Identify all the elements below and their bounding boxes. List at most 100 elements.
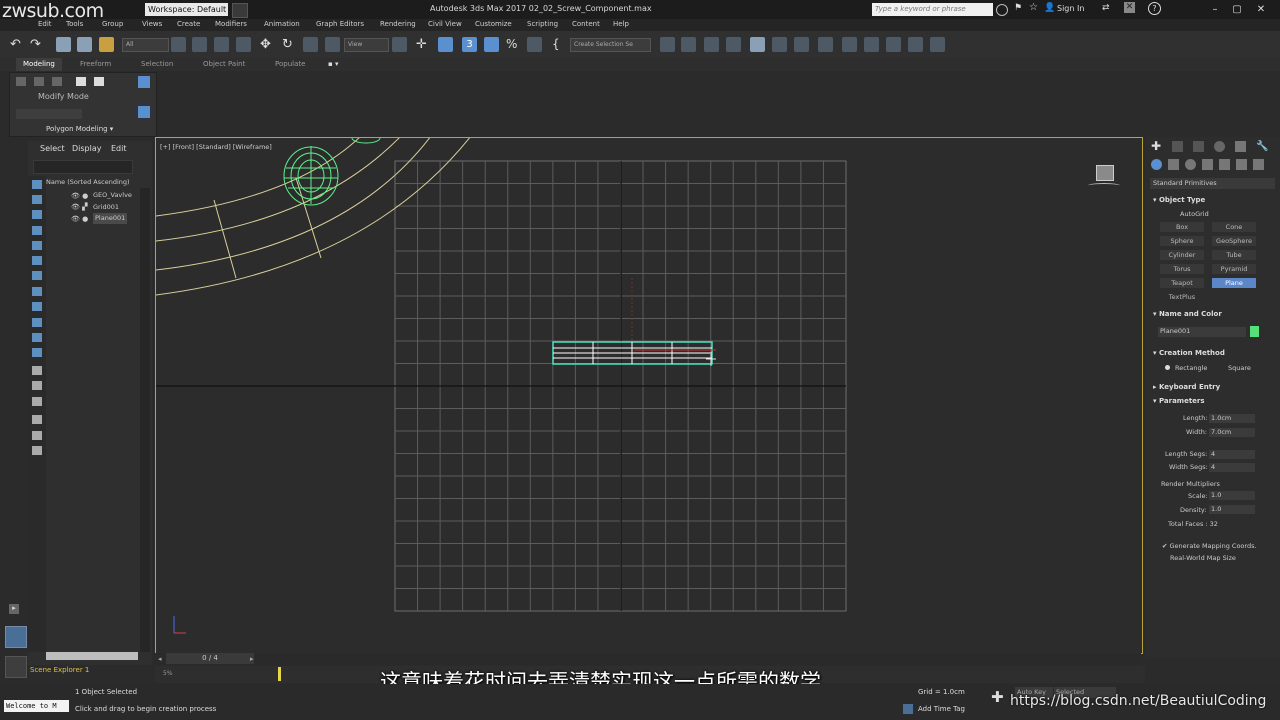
named-selection-sets-dropdown[interactable]: Create Selection Se xyxy=(570,38,651,52)
curve-editor-icon[interactable] xyxy=(750,37,765,52)
cylinder-button[interactable]: Cylinder xyxy=(1160,250,1204,260)
keyboard-entry-rollout[interactable]: ▸ Keyboard Entry xyxy=(1153,383,1220,391)
menu-tools[interactable]: Tools xyxy=(66,20,83,28)
layer-explorer-toggle-icon[interactable] xyxy=(5,656,27,678)
minimize-icon[interactable]: – xyxy=(1208,3,1222,16)
systems-category-icon[interactable] xyxy=(1253,159,1264,170)
groups-filter-icon[interactable] xyxy=(32,287,42,296)
object-type-rollout[interactable]: ▾ Object Type xyxy=(1153,196,1205,204)
generate-mapping-checkbox[interactable]: ✔ Generate Mapping Coords. xyxy=(1162,542,1257,550)
se-tab-select[interactable]: Select xyxy=(40,144,65,153)
modify-tab-icon[interactable] xyxy=(1172,141,1183,152)
time-marker[interactable] xyxy=(278,667,281,681)
maximize-icon[interactable]: ▢ xyxy=(1230,3,1244,16)
prev-frame-icon[interactable]: ◂ xyxy=(158,655,162,663)
teapot-button[interactable]: Teapot xyxy=(1160,278,1204,288)
scene-explorer-toggle-icon[interactable] xyxy=(5,626,27,648)
expand-arrow-icon[interactable]: ▸ xyxy=(9,604,19,614)
selection-filter-dropdown[interactable]: All xyxy=(122,38,169,52)
menu-modifiers[interactable]: Modifiers xyxy=(215,20,247,28)
redo-icon[interactable]: ↷ xyxy=(30,37,45,52)
tab-object-paint[interactable]: Object Paint xyxy=(203,60,245,68)
a360-render-icon[interactable] xyxy=(908,37,923,52)
scene-list-hscrollbar[interactable] xyxy=(46,652,138,660)
mirror-icon[interactable] xyxy=(660,37,675,52)
scale-spinner[interactable]: 1.0 xyxy=(1209,491,1255,500)
rectangle-label[interactable]: Rectangle xyxy=(1175,364,1207,372)
scene-row-plane001[interactable]: Plane001 xyxy=(93,213,128,224)
textplus-button[interactable]: TextPlus xyxy=(1160,292,1204,302)
scene-explorer-dropdown[interactable]: Scene Explorer 1 xyxy=(30,666,89,674)
ribbon-pin-icon[interactable] xyxy=(138,76,150,88)
motion-tab-icon[interactable] xyxy=(1214,141,1225,152)
menu-civil-view[interactable]: Civil View xyxy=(428,20,462,28)
communication-center-icon[interactable]: ⚑ xyxy=(1014,3,1024,13)
rectangle-radio[interactable] xyxy=(1165,365,1170,370)
square-label[interactable]: Square xyxy=(1228,364,1251,372)
edit-named-selection-icon[interactable]: { xyxy=(552,37,567,52)
add-key-icon[interactable]: ✚ xyxy=(991,688,1004,706)
toggle-ribbon-icon[interactable] xyxy=(726,37,741,52)
maxscript-listener-input[interactable]: Welcome to M xyxy=(4,700,69,712)
create-tab-icon[interactable]: ✚ xyxy=(1151,140,1162,152)
apps-close-icon[interactable]: ✕ xyxy=(1124,2,1135,13)
length-spinner[interactable]: 1.0cm xyxy=(1209,414,1255,423)
lights-filter-icon[interactable] xyxy=(32,226,42,235)
helpers-category-icon[interactable] xyxy=(1219,159,1230,170)
material-editor-icon[interactable] xyxy=(794,37,809,52)
scene-search-field[interactable] xyxy=(33,160,133,174)
width-spinner[interactable]: 7.0cm xyxy=(1209,428,1255,437)
viewport-label-menu[interactable]: [+] [Front] [Standard] [Wireframe] xyxy=(160,143,272,151)
visibility-eye-icon[interactable]: 👁 ● xyxy=(71,215,88,223)
menu-help[interactable]: Help xyxy=(613,20,629,28)
find-icon[interactable] xyxy=(32,446,42,455)
menu-toggle-icon[interactable] xyxy=(232,3,248,18)
search-icon[interactable] xyxy=(996,4,1008,16)
search-input[interactable]: Type a keyword or phrase xyxy=(872,3,993,16)
creation-method-rollout[interactable]: ▾ Creation Method xyxy=(1153,349,1225,357)
unlink-icon[interactable] xyxy=(77,37,92,52)
ribbon-options-icon[interactable]: ▪ ▾ xyxy=(328,60,338,68)
move-icon[interactable]: ✥ xyxy=(260,37,275,52)
menu-animation[interactable]: Animation xyxy=(264,20,300,28)
primitive-category-dropdown[interactable]: Standard Primitives xyxy=(1150,178,1275,189)
tube-button[interactable]: Tube xyxy=(1212,250,1256,260)
utilities-tab-icon[interactable]: 🔧 xyxy=(1256,141,1268,152)
select-by-name-icon[interactable] xyxy=(192,37,207,52)
schematic-view-icon[interactable] xyxy=(772,37,787,52)
reference-coordinate-dropdown[interactable]: View xyxy=(344,38,389,52)
rotate-icon[interactable]: ↻ xyxy=(282,37,297,52)
object-name-input[interactable]: Plane001 xyxy=(1158,327,1246,337)
spacewarps-filter-icon[interactable] xyxy=(32,271,42,280)
scene-list-header[interactable]: Name (Sorted Ascending) xyxy=(46,178,130,186)
pivot-center-icon[interactable] xyxy=(392,37,407,52)
helpers-filter-icon[interactable] xyxy=(32,256,42,265)
menu-scripting[interactable]: Scripting xyxy=(527,20,558,28)
parameters-rollout[interactable]: ▾ Parameters xyxy=(1153,397,1205,405)
sign-in-link[interactable]: Sign In xyxy=(1057,4,1084,13)
width-segs-spinner[interactable]: 4 xyxy=(1209,463,1255,472)
menu-rendering[interactable]: Rendering xyxy=(380,20,416,28)
geometry-filter-icon[interactable] xyxy=(32,195,42,204)
ribbon-tool-icon[interactable] xyxy=(76,77,86,86)
torus-button[interactable]: Torus xyxy=(1160,264,1204,274)
menu-group[interactable]: Group xyxy=(102,20,123,28)
layer-explorer-icon[interactable] xyxy=(704,37,719,52)
cameras-category-icon[interactable] xyxy=(1202,159,1213,170)
geosphere-button[interactable]: GeoSphere xyxy=(1212,236,1256,246)
help-icon[interactable]: ? xyxy=(1148,2,1161,15)
display-none-all-icon[interactable] xyxy=(32,381,42,390)
close-icon[interactable]: ✕ xyxy=(1254,3,1268,16)
pyramid-button[interactable]: Pyramid xyxy=(1212,264,1256,274)
bones-filter-icon[interactable] xyxy=(32,318,42,327)
shapes-filter-icon[interactable] xyxy=(32,210,42,219)
frozen-filter-icon[interactable] xyxy=(32,348,42,357)
select-manipulate-icon[interactable]: ✛ xyxy=(416,37,431,52)
box-button[interactable]: Box xyxy=(1160,222,1204,232)
density-spinner[interactable]: 1.0 xyxy=(1209,505,1255,514)
window-crossing-icon[interactable] xyxy=(236,37,251,52)
add-time-tag-button[interactable]: Add Time Tag xyxy=(918,705,965,713)
tab-populate[interactable]: Populate xyxy=(275,60,305,68)
invert-display-icon[interactable] xyxy=(32,397,42,406)
render-setup-icon[interactable] xyxy=(818,37,833,52)
